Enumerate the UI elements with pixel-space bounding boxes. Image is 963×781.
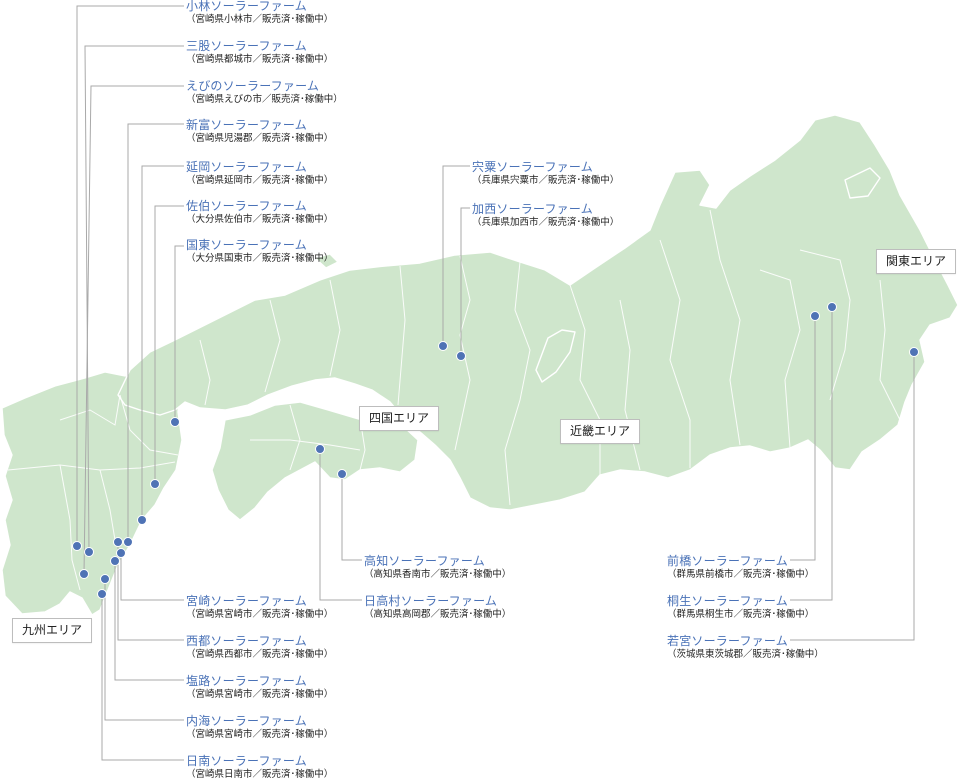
farm-detail: （大分県佐伯市／販売済･稼働中） (186, 214, 334, 225)
farm-name: 高知ソーラーファーム (364, 554, 485, 568)
farm-name: 西都ソーラーファーム (186, 634, 307, 648)
farm-label-kiryu[interactable]: 桐生ソーラーファーム （群馬県桐生市／販売済･稼働中） (667, 594, 814, 621)
marker-saiki[interactable] (150, 479, 160, 489)
area-label-kanto[interactable]: 関東エリア (876, 249, 957, 274)
farm-detail: （宮崎県小林市／販売済･稼働中） (186, 14, 334, 25)
area-label-kyushu[interactable]: 九州エリア (12, 618, 93, 643)
farm-label-maebashi[interactable]: 前橋ソーラーファーム （群馬県前橋市／販売済･稼働中） (667, 554, 814, 581)
japan-map (1, 5, 959, 761)
farm-label-uchiumi[interactable]: 内海ソーラーファーム （宮崎県宮崎市／販売済･稼働中） (186, 714, 333, 741)
farm-detail: （宮崎県都城市／販売済･稼働中） (186, 54, 334, 65)
farm-detail: （宮崎県えびの市／販売済･稼働中） (186, 94, 343, 105)
farm-label-saito[interactable]: 西都ソーラーファーム （宮崎県西都市／販売済･稼働中） (186, 634, 333, 661)
farm-detail: （宮崎県西都市／販売済･稼働中） (186, 649, 334, 660)
marker-nichinan[interactable] (97, 589, 107, 599)
marker-hidaka[interactable] (315, 444, 325, 454)
farm-name: 加西ソーラーファーム (472, 202, 593, 216)
farm-label-mimata[interactable]: 三股ソーラーファーム （宮崎県都城市／販売済･稼働中） (186, 39, 333, 66)
farm-label-kobayashi[interactable]: 小林ソーラーファーム （宮崎県小林市／販売済･稼働中） (186, 0, 333, 26)
farm-name: 日南ソーラーファーム (186, 754, 307, 768)
farm-label-shintomi[interactable]: 新富ソーラーファーム （宮崎県児湯郡／販売済･稼働中） (186, 118, 333, 145)
marker-mimata[interactable] (84, 547, 94, 557)
farm-label-wakamiya[interactable]: 若宮ソーラーファーム （茨城県東茨城郡／販売済･稼働中） (667, 634, 824, 661)
farm-name: 宍粟ソーラーファーム (472, 160, 593, 174)
farm-detail: （宮崎県日南市／販売済･稼働中） (186, 769, 334, 780)
marker-kochi[interactable] (337, 469, 347, 479)
farm-name: 新富ソーラーファーム (186, 118, 307, 132)
farm-label-saiki[interactable]: 佐伯ソーラーファーム （大分県佐伯市／販売済･稼働中） (186, 199, 333, 226)
farm-label-nobeoka[interactable]: 延岡ソーラーファーム （宮崎県延岡市／販売済･稼働中） (186, 160, 333, 187)
farm-name: 桐生ソーラーファーム (667, 594, 788, 608)
marker-nobeoka[interactable] (137, 515, 147, 525)
farm-label-ebino[interactable]: えびのソーラーファーム （宮崎県えびの市／販売済･稼働中） (186, 79, 343, 106)
farm-name: 宮崎ソーラーファーム (186, 594, 307, 608)
farm-label-kochi[interactable]: 高知ソーラーファーム （高知県香南市／販売済･稼働中） (364, 554, 511, 581)
farm-detail: （兵庫県加西市／販売済･稼働中） (472, 217, 620, 228)
farm-name: えびのソーラーファーム (186, 79, 320, 93)
farm-detail: （宮崎県延岡市／販売済･稼働中） (186, 175, 334, 186)
area-label-shikoku[interactable]: 四国エリア (359, 406, 440, 431)
marker-shioji[interactable] (110, 556, 120, 566)
farm-label-miyazaki[interactable]: 宮崎ソーラーファーム （宮崎県宮崎市／販売済･稼働中） (186, 594, 333, 621)
farm-label-shiso[interactable]: 宍粟ソーラーファーム （兵庫県宍粟市／販売済･稼働中） (472, 160, 619, 187)
farm-label-kasai[interactable]: 加西ソーラーファーム （兵庫県加西市／販売済･稼働中） (472, 202, 619, 229)
farm-name: 塩路ソーラーファーム (186, 674, 307, 688)
farm-detail: （大分県国東市／販売済･稼働中） (186, 253, 334, 264)
marker-wakamiya[interactable] (909, 347, 919, 357)
farm-name: 小林ソーラーファーム (186, 0, 307, 13)
farm-label-hidaka[interactable]: 日高村ソーラーファーム （高知県高岡郡／販売済･稼働中） (364, 594, 511, 621)
marker-kunisaki[interactable] (170, 417, 180, 427)
farm-name: 佐伯ソーラーファーム (186, 199, 307, 213)
farm-name: 延岡ソーラーファーム (186, 160, 307, 174)
marker-saito[interactable] (113, 537, 123, 547)
farm-detail: （宮崎県宮崎市／販売済･稼働中） (186, 729, 334, 740)
farm-detail: （宮崎県児湯郡／販売済･稼働中） (186, 133, 334, 144)
farm-detail: （兵庫県宍粟市／販売済･稼働中） (472, 175, 620, 186)
farm-detail: （宮崎県宮崎市／販売済･稼働中） (186, 609, 334, 620)
marker-shiso[interactable] (438, 341, 448, 351)
farm-detail: （高知県高岡郡／販売済･稼働中） (364, 609, 512, 620)
marker-maebashi[interactable] (810, 311, 820, 321)
marker-shintomi[interactable] (123, 537, 133, 547)
marker-kiryu[interactable] (827, 302, 837, 312)
farm-name: 三股ソーラーファーム (186, 39, 307, 53)
farm-label-nichinan[interactable]: 日南ソーラーファーム （宮崎県日南市／販売済･稼働中） (186, 754, 333, 781)
marker-ebino[interactable] (79, 569, 89, 579)
marker-kasai[interactable] (456, 351, 466, 361)
farm-name: 国東ソーラーファーム (186, 238, 307, 252)
marker-miyazaki[interactable] (116, 548, 126, 558)
area-label-kinki[interactable]: 近畿エリア (560, 419, 641, 444)
farm-detail: （宮崎県宮崎市／販売済･稼働中） (186, 689, 334, 700)
farm-detail: （群馬県前橋市／販売済･稼働中） (667, 569, 815, 580)
farm-label-kunisaki[interactable]: 国東ソーラーファーム （大分県国東市／販売済･稼働中） (186, 238, 333, 265)
farm-name: 前橋ソーラーファーム (667, 554, 788, 568)
farm-detail: （高知県香南市／販売済･稼働中） (364, 569, 512, 580)
farm-detail: （群馬県桐生市／販売済･稼働中） (667, 609, 815, 620)
marker-kobayashi[interactable] (72, 541, 82, 551)
farm-detail: （茨城県東茨城郡／販売済･稼働中） (667, 649, 824, 660)
farm-name: 内海ソーラーファーム (186, 714, 307, 728)
farm-label-shioji[interactable]: 塩路ソーラーファーム （宮崎県宮崎市／販売済･稼働中） (186, 674, 333, 701)
farm-name: 日高村ソーラーファーム (364, 594, 498, 608)
marker-uchiumi[interactable] (100, 574, 110, 584)
farm-name: 若宮ソーラーファーム (667, 634, 788, 648)
